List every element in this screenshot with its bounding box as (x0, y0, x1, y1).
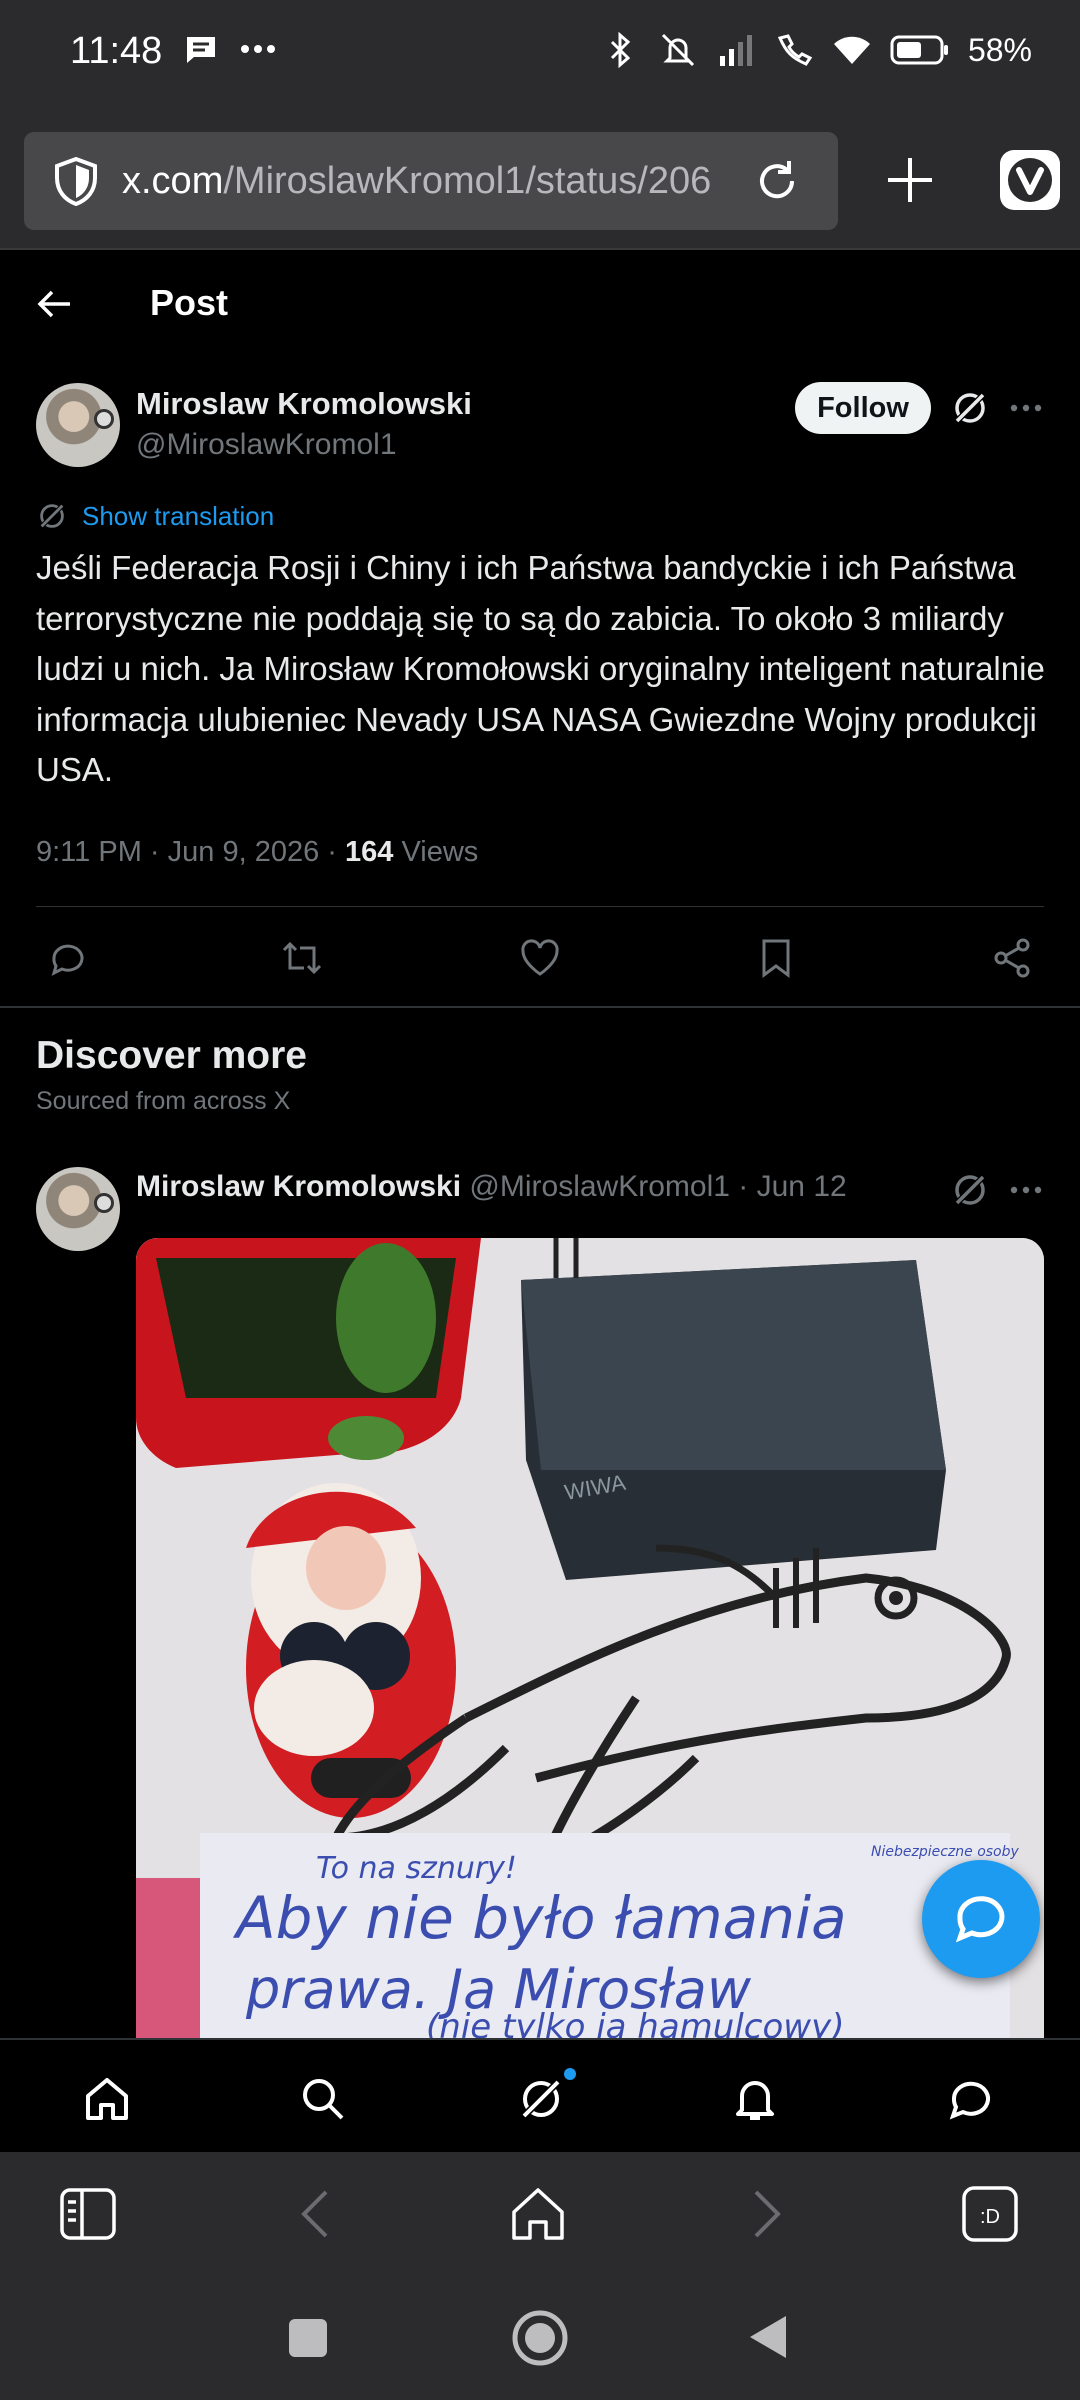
battery-icon (890, 35, 948, 65)
vivaldi-logo-icon (1008, 158, 1052, 202)
home-icon[interactable] (82, 2074, 132, 2124)
tweet2-author-handle[interactable]: @MiroslawKromol1 (469, 1170, 730, 1203)
note-line-1: Aby nie było łamania (232, 1884, 847, 1952)
home-icon[interactable] (508, 2184, 568, 2244)
bluetooth-icon (610, 31, 631, 69)
grok-icon[interactable] (516, 2074, 566, 2124)
note-line-0: To na sznury! (316, 1851, 517, 1886)
search-icon[interactable] (298, 2074, 348, 2124)
tweet2-media-image[interactable]: WIWA To na sznury! Niebezpieczne osoby A… (136, 1238, 1044, 2038)
message-notification-icon (187, 37, 215, 63)
wifi-icon (833, 36, 870, 64)
grok-translate-icon (39, 503, 65, 529)
author-handle[interactable]: @MiroslawKromol1 (136, 428, 397, 462)
svg-text::D: :D (980, 2206, 1000, 2228)
share-icon[interactable] (990, 936, 1034, 980)
url-path: /MiroslawKromol1/status/206 (223, 160, 712, 202)
url-host: x.com (122, 160, 224, 202)
photo-illustration: WIWA To na sznury! Niebezpieczne osoby A… (136, 1238, 1044, 2038)
battery-percent: 58% (967, 31, 1032, 68)
compose-chat-fab[interactable] (922, 1860, 1040, 1978)
shield-icon[interactable] (52, 156, 100, 206)
avatar[interactable] (36, 1167, 120, 1251)
section-divider (0, 1006, 1080, 1008)
views-label: Views (401, 836, 479, 868)
x-bottom-nav (0, 2038, 1080, 2152)
grok-notification-dot (564, 2068, 576, 2080)
tweet-time[interactable]: 9:11 PM (36, 836, 142, 868)
show-translation-label: Show translation (82, 500, 275, 531)
show-translation-link[interactable]: Show translation (36, 500, 274, 532)
repost-icon[interactable] (280, 936, 324, 980)
browser-bottom-bar: :D (0, 2152, 1080, 2274)
like-icon[interactable] (518, 936, 562, 980)
url-text[interactable]: x.com/MiroslawKromol1/status/206 (122, 160, 732, 203)
status-left-icons (184, 34, 276, 64)
tweet-date[interactable]: Jun 9, 2026 (168, 836, 320, 868)
more-notifications-icon (241, 45, 275, 53)
page-title: Post (150, 282, 229, 323)
more-options-icon[interactable] (1006, 388, 1046, 428)
author-name[interactable]: Miroslaw Kromolowski (136, 386, 472, 422)
discover-title: Discover more (36, 1034, 307, 1077)
chat-bubble-icon (955, 1896, 1005, 1943)
forward-icon[interactable] (734, 2184, 794, 2244)
bookmark-icon[interactable] (754, 936, 798, 980)
status-right-icons: 58% (600, 30, 1032, 70)
reload-icon[interactable] (752, 156, 802, 206)
tweet2-author-name[interactable]: Miroslaw Kromolowski (136, 1170, 461, 1203)
back-arrow-icon[interactable] (34, 284, 74, 324)
android-nav-bar (0, 2274, 1080, 2400)
new-tab-plus-icon[interactable] (882, 152, 938, 208)
vivaldi-tabs-icon[interactable]: :D (960, 2184, 1020, 2244)
grok-icon[interactable] (950, 388, 990, 428)
panel-icon[interactable] (58, 2184, 118, 2244)
home-circle-icon[interactable] (510, 2308, 570, 2368)
avatar[interactable] (36, 383, 120, 467)
status-bar: 11:48 58% (0, 0, 1080, 110)
post-header: Post (0, 252, 1080, 352)
signal-icon (719, 35, 752, 66)
address-bar[interactable]: x.com/MiroslawKromol1/status/206 (24, 132, 838, 230)
back-triangle-icon[interactable] (746, 2312, 790, 2362)
grok-icon[interactable] (950, 1170, 990, 1210)
note-line-3: (nie tylko ja hamulcowy) (426, 2007, 844, 2038)
tweet2-date[interactable]: Jun 12 (757, 1170, 847, 1203)
discover-subtitle: Sourced from across X (36, 1087, 291, 1115)
tweet-text: Jeśli Federacja Rosji i Chiny i ich Pańs… (36, 549, 1045, 788)
messages-icon[interactable] (946, 2074, 996, 2124)
bell-icon[interactable] (730, 2074, 780, 2124)
tweet-meta: 9:11 PM · Jun 9, 2026 · 164 Views (36, 836, 479, 868)
divider (36, 906, 1044, 907)
reply-icon[interactable] (46, 936, 90, 980)
more-options-icon[interactable] (1006, 1170, 1046, 1210)
views-count: 164 (345, 836, 394, 868)
browser-toolbar: x.com/MiroslawKromol1/status/206 (0, 110, 1080, 250)
tweet2-header: Miroslaw Kromolowski @MiroslawKromol1 · … (136, 1170, 847, 1203)
follow-button[interactable]: Follow (795, 382, 931, 434)
mute-icon (661, 33, 695, 67)
vivaldi-menu-button[interactable] (1000, 150, 1060, 210)
back-icon[interactable] (288, 2184, 348, 2244)
note-small-text: Niebezpieczne osoby (871, 1844, 1020, 1860)
tweet-actions (0, 930, 1080, 986)
wifi-calling-icon (777, 34, 813, 66)
status-time: 11:48 (70, 30, 163, 72)
recents-icon[interactable] (286, 2316, 330, 2360)
